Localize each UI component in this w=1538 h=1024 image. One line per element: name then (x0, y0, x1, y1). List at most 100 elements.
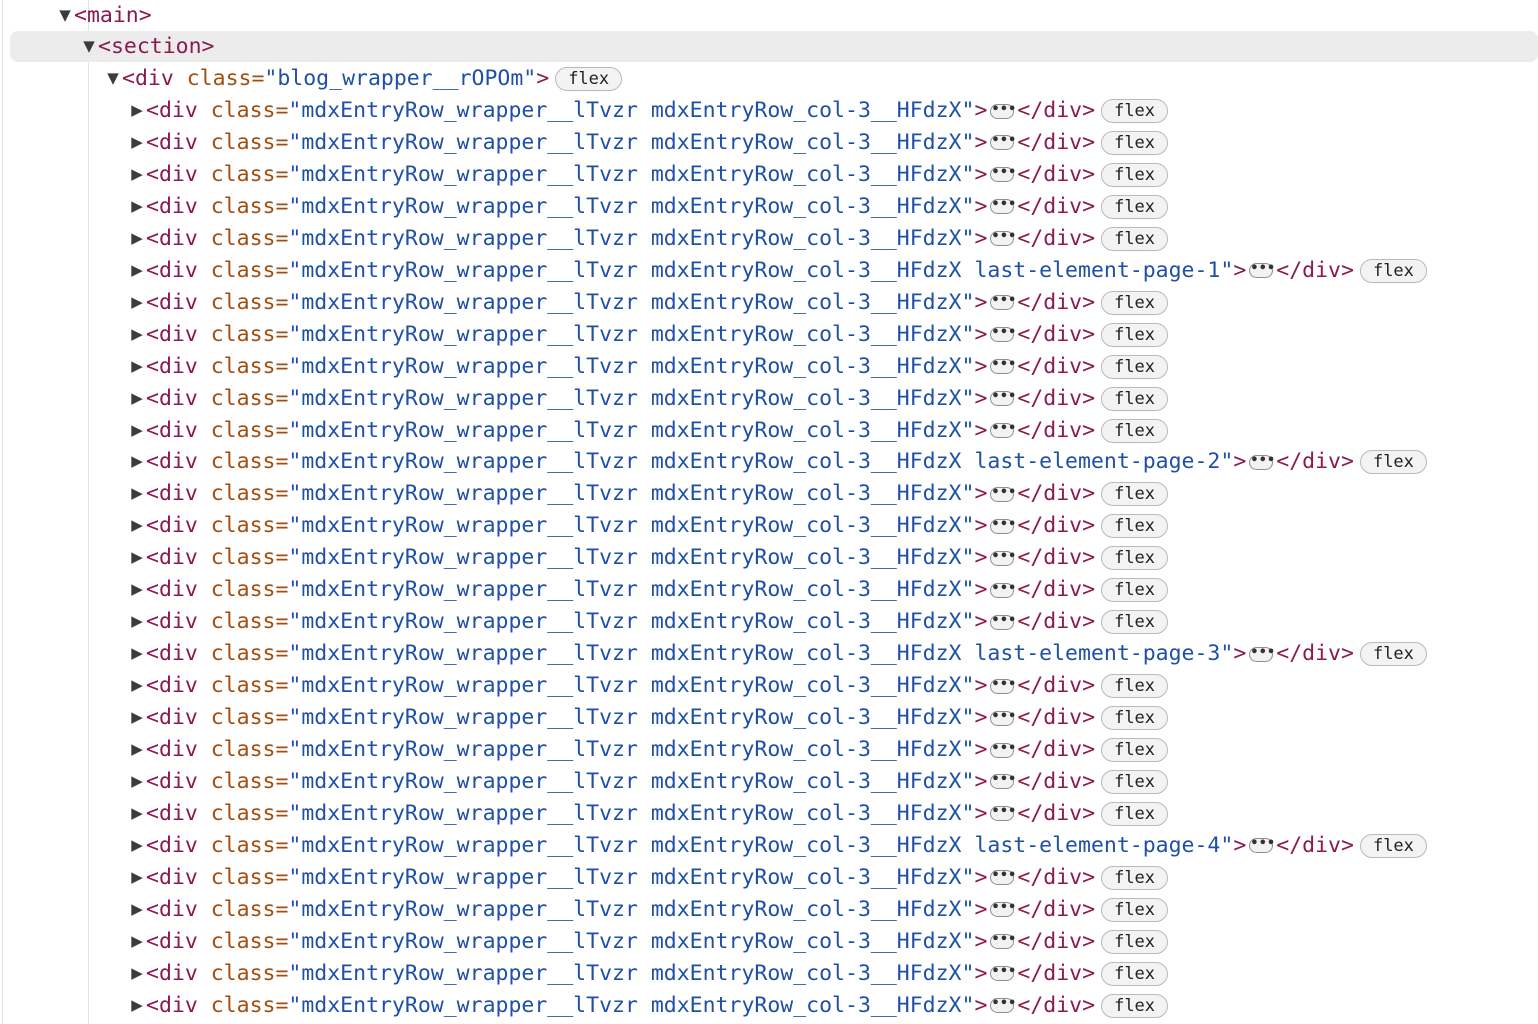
ellipsis-icon[interactable]: ••• (1249, 454, 1275, 470)
tree-node-entry-row[interactable]: ▶ <div class="mdxEntryRow_wrapper__lTvzr … (0, 702, 1538, 733)
tree-node-entry-row[interactable]: ▶ <div class="mdxEntryRow_wrapper__lTvzr … (0, 926, 1538, 957)
tree-node-entry-row[interactable]: ▶ <div class="mdxEntryRow_wrapper__lTvzr … (0, 351, 1538, 382)
flex-badge[interactable]: flex (1101, 929, 1169, 954)
disclosure-collapsed-icon[interactable]: ▶ (128, 446, 146, 477)
ellipsis-icon[interactable]: ••• (990, 390, 1016, 407)
tree-node-entry-row[interactable]: ▶ <div class="mdxEntryRow_wrapper__lTvzr … (0, 510, 1538, 541)
tree-node-entry-row[interactable]: ▶ <div class="mdxEntryRow_wrapper__lTvzr … (0, 95, 1538, 126)
tree-node-entry-row[interactable]: ▶ <div class="mdxEntryRow_wrapper__lTvzr … (0, 830, 1538, 861)
ellipsis-icon[interactable]: ••• (990, 486, 1016, 502)
disclosure-collapsed-icon[interactable]: ▶ (128, 894, 146, 925)
disclosure-collapsed-icon[interactable]: ▶ (128, 542, 146, 573)
ellipsis-icon[interactable]: ••• (990, 710, 1016, 726)
ellipsis-icon[interactable]: ••• (990, 198, 1016, 215)
disclosure-collapsed-icon[interactable]: ▶ (128, 255, 146, 286)
ellipsis-icon[interactable]: ••• (990, 805, 1016, 822)
tree-node-entry-row[interactable]: ▶ <div class="mdxEntryRow_wrapper__lTvzr … (0, 287, 1538, 318)
disclosure-collapsed-icon[interactable]: ▶ (128, 830, 146, 861)
flex-badge[interactable]: flex (1101, 578, 1169, 603)
ellipsis-icon[interactable]: ••• (990, 614, 1016, 630)
flex-badge[interactable]: flex (1101, 546, 1169, 571)
disclosure-expanded-icon[interactable]: ▼ (56, 0, 74, 31)
tree-node-entry-row[interactable]: ▶ <div class="mdxEntryRow_wrapper__lTvzr … (0, 191, 1538, 222)
disclosure-collapsed-icon[interactable]: ▶ (128, 127, 146, 158)
ellipsis-icon[interactable]: ••• (990, 678, 1016, 694)
disclosure-collapsed-icon[interactable]: ▶ (128, 734, 146, 765)
disclosure-collapsed-icon[interactable]: ▶ (128, 510, 146, 541)
flex-badge[interactable]: flex (1359, 258, 1427, 283)
flex-badge[interactable]: flex (1101, 99, 1169, 123)
ellipsis-icon[interactable]: ••• (990, 869, 1016, 886)
flex-badge[interactable]: flex (1101, 514, 1169, 539)
disclosure-collapsed-icon[interactable]: ▶ (128, 478, 146, 509)
ellipsis-icon[interactable]: ••• (990, 742, 1016, 758)
flex-badge[interactable]: flex (1101, 961, 1169, 986)
ellipsis-icon[interactable]: ••• (990, 230, 1016, 247)
tree-node-entry-row[interactable]: ▶ <div class="mdxEntryRow_wrapper__lTvzr … (0, 894, 1538, 925)
tree-node-entry-row[interactable]: ▶ <div class="mdxEntryRow_wrapper__lTvzr … (0, 127, 1538, 158)
flex-badge[interactable]: flex (1101, 769, 1169, 794)
ellipsis-icon[interactable]: ••• (990, 166, 1016, 183)
flex-badge[interactable]: flex (1101, 674, 1169, 699)
tree-node-entry-row[interactable]: ▶ <div class="mdxEntryRow_wrapper__lTvzr … (0, 990, 1538, 1021)
ellipsis-icon[interactable]: ••• (990, 582, 1016, 598)
flex-badge[interactable]: flex (1101, 226, 1169, 251)
tree-node-entry-row[interactable]: ▶ <div class="mdxEntryRow_wrapper__lTvzr … (0, 415, 1538, 446)
disclosure-collapsed-icon[interactable]: ▶ (128, 351, 146, 382)
disclosure-collapsed-icon[interactable]: ▶ (128, 319, 146, 350)
flex-badge[interactable]: flex (1101, 482, 1169, 507)
ellipsis-icon[interactable]: ••• (990, 518, 1016, 534)
flex-badge[interactable]: flex (1101, 738, 1169, 762)
flex-badge[interactable]: flex (1101, 322, 1169, 347)
flex-badge[interactable]: flex (1101, 801, 1169, 826)
disclosure-collapsed-icon[interactable]: ▶ (128, 223, 146, 254)
disclosure-collapsed-icon[interactable]: ▶ (128, 926, 146, 957)
disclosure-collapsed-icon[interactable]: ▶ (128, 958, 146, 989)
disclosure-collapsed-icon[interactable]: ▶ (128, 287, 146, 318)
disclosure-expanded-icon[interactable]: ▼ (80, 31, 98, 62)
ellipsis-icon[interactable]: ••• (1249, 262, 1275, 279)
tree-node-blog-wrapper[interactable]: ▼ <div class="blog_wrapper__rOPOm"> flex (0, 63, 1538, 94)
tree-node-entry-row[interactable]: ▶ <div class="mdxEntryRow_wrapper__lTvzr … (0, 159, 1538, 190)
ellipsis-icon[interactable]: ••• (990, 294, 1016, 311)
flex-badge[interactable]: flex (1101, 290, 1169, 315)
ellipsis-icon[interactable]: ••• (990, 965, 1016, 982)
flex-badge[interactable]: flex (1101, 162, 1169, 187)
flex-badge[interactable]: flex (1101, 418, 1169, 443)
tree-node-entry-row[interactable]: ▶ <div class="mdxEntryRow_wrapper__lTvzr … (0, 446, 1538, 477)
tree-node-entry-row[interactable]: ▶ <div class="mdxEntryRow_wrapper__lTvzr … (0, 574, 1538, 605)
flex-badge[interactable]: flex (1359, 833, 1427, 858)
flex-badge[interactable]: flex (1101, 354, 1169, 379)
disclosure-collapsed-icon[interactable]: ▶ (128, 702, 146, 733)
ellipsis-icon[interactable]: ••• (990, 997, 1016, 1014)
disclosure-collapsed-icon[interactable]: ▶ (128, 95, 146, 126)
tree-node-entry-row[interactable]: ▶ <div class="mdxEntryRow_wrapper__lTvzr … (0, 383, 1538, 414)
tree-node-entry-row[interactable]: ▶ <div class="mdxEntryRow_wrapper__lTvzr … (0, 766, 1538, 797)
ellipsis-icon[interactable]: ••• (1249, 646, 1275, 662)
disclosure-collapsed-icon[interactable]: ▶ (128, 415, 146, 446)
tree-node-entry-row[interactable]: ▶ <div class="mdxEntryRow_wrapper__lTvzr … (0, 638, 1538, 669)
disclosure-collapsed-icon[interactable]: ▶ (128, 670, 146, 701)
ellipsis-icon[interactable]: ••• (990, 326, 1016, 343)
disclosure-collapsed-icon[interactable]: ▶ (128, 638, 146, 669)
flex-badge[interactable]: flex (1101, 610, 1169, 635)
ellipsis-icon[interactable]: ••• (990, 901, 1016, 918)
disclosure-collapsed-icon[interactable]: ▶ (128, 798, 146, 829)
flex-badge[interactable]: flex (1101, 386, 1169, 411)
disclosure-collapsed-icon[interactable]: ▶ (128, 862, 146, 893)
flex-badge[interactable]: flex (1359, 642, 1427, 667)
flex-badge[interactable]: flex (1101, 897, 1169, 922)
ellipsis-icon[interactable]: ••• (990, 933, 1016, 950)
tree-node-entry-row[interactable]: ▶ <div class="mdxEntryRow_wrapper__lTvzr … (0, 734, 1538, 765)
disclosure-collapsed-icon[interactable]: ▶ (128, 766, 146, 797)
flex-badge[interactable]: flex (1101, 130, 1169, 155)
tree-node-entry-row[interactable]: ▶ <div class="mdxEntryRow_wrapper__lTvzr … (0, 798, 1538, 829)
disclosure-collapsed-icon[interactable]: ▶ (128, 191, 146, 222)
tree-node-entry-row[interactable]: ▶ <div class="mdxEntryRow_wrapper__lTvzr … (0, 319, 1538, 350)
disclosure-collapsed-icon[interactable]: ▶ (128, 990, 146, 1021)
ellipsis-icon[interactable]: ••• (990, 422, 1016, 438)
ellipsis-icon[interactable]: ••• (990, 134, 1016, 151)
tree-node-entry-row[interactable]: ▶ <div class="mdxEntryRow_wrapper__lTvzr … (0, 542, 1538, 573)
flex-badge[interactable]: flex (555, 67, 623, 91)
tree-node-entry-row[interactable]: ▶ <div class="mdxEntryRow_wrapper__lTvzr … (0, 478, 1538, 509)
